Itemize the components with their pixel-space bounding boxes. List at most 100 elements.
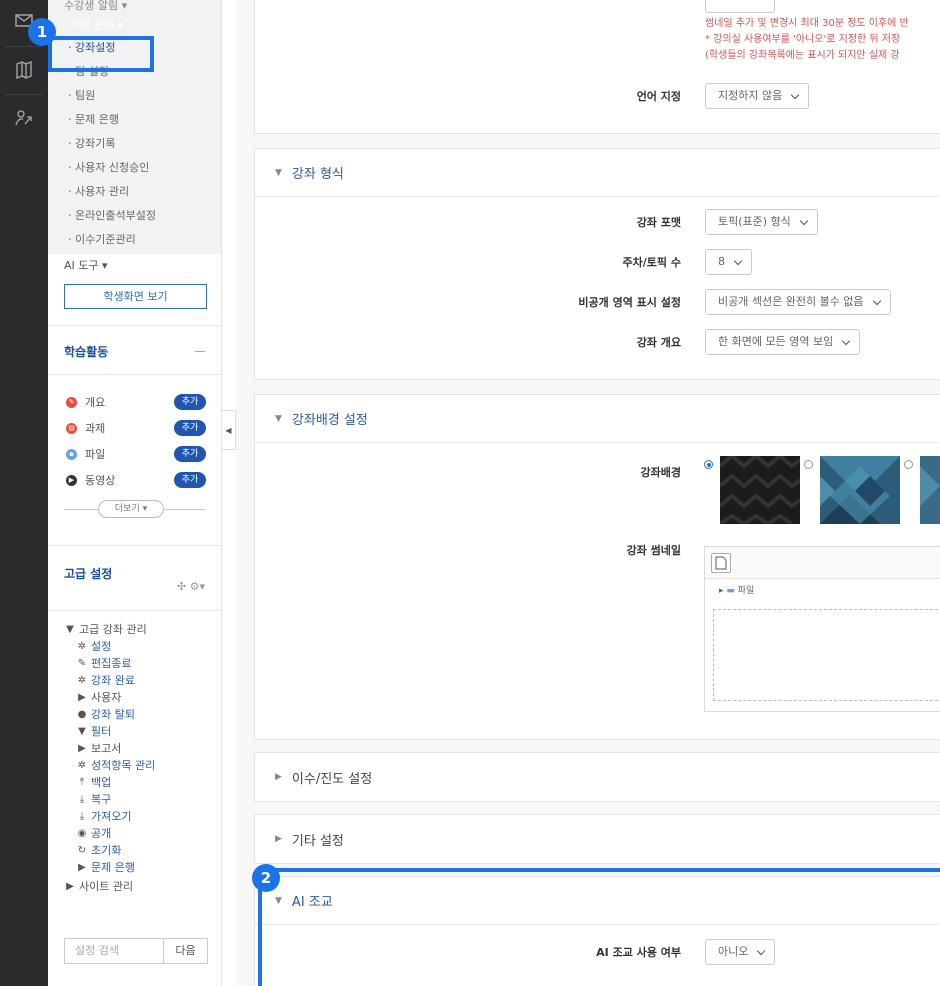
background-radio-1[interactable] [704, 460, 713, 469]
menu-item-course-log[interactable]: 강좌기록 [48, 132, 221, 156]
filter-icon: ▼ [78, 726, 86, 737]
menu-item-online-attendance[interactable]: 온라인출석부설정 [48, 204, 221, 228]
background-radio-3[interactable] [904, 460, 913, 469]
add-file-icon[interactable] [711, 553, 731, 573]
menu-item-team-members[interactable]: 팀원 [48, 84, 221, 108]
activities-title: 학습활동 [64, 345, 109, 359]
activity-file[interactable]: ▪ 파일 추가 [48, 441, 221, 467]
add-badge[interactable]: 추가 [174, 394, 206, 410]
sections-count-select[interactable]: 8 [705, 249, 752, 275]
more-button[interactable]: 더보기 ▾ [98, 500, 164, 518]
tree-item-publish[interactable]: ◉ 공개 [64, 825, 221, 842]
tree-item-site-admin[interactable]: ▶ 사이트 관리 [64, 878, 221, 895]
background-option-teal[interactable] [820, 456, 900, 524]
activity-label: 파일 [85, 448, 106, 461]
section-title: 이수/진도 설정 [291, 771, 373, 787]
caret-right-icon: ▶ [66, 881, 74, 892]
sidebar: 수강생 알림 ▾ 기타 관리 ▴ 강좌설정 팀 설정 팀원 문제 은행 강좌기록… [48, 0, 222, 986]
course-layout-field: 강좌 개요 한 화면에 모든 영역 보임 [255, 327, 940, 357]
tree-item-unenrol[interactable]: ● 강좌 탈퇴 [64, 706, 221, 723]
tree-label: 성적항목 관리 [91, 759, 156, 772]
tree-item-settings[interactable]: ✲ 설정 [64, 638, 221, 655]
hidden-sections-select[interactable]: 비공개 섹션은 완전히 볼수 없음 [705, 289, 891, 315]
menu-item-user-management[interactable]: 사용자 관리 [48, 180, 221, 204]
filepicker-path[interactable]: ▸ ▬ 파일 [705, 579, 940, 603]
field-label: 강좌 포맷 [636, 216, 681, 229]
tree-item-users[interactable]: ▶ 사용자 [64, 689, 221, 706]
menu-item-question-bank[interactable]: 문제 은행 [48, 108, 221, 132]
menu-item-completion-criteria[interactable]: 이수기준관리 [48, 228, 221, 252]
tree-item-filter[interactable]: ▼ 필터 [64, 723, 221, 740]
course-format-select[interactable]: 토픽(표준) 형식 [705, 209, 818, 235]
collapse-block-icon[interactable] [195, 351, 205, 352]
sections-count-field: 주차/토픽 수 8 [255, 247, 940, 277]
tree-item-course-complete[interactable]: ✲ 강좌 완료 [64, 672, 221, 689]
map-icon[interactable] [0, 50, 48, 90]
tree-label: 초기화 [91, 844, 122, 857]
caret-right-icon: ▶ [78, 692, 86, 703]
video-icon: ▶ [66, 474, 77, 486]
add-badge[interactable]: 추가 [174, 446, 206, 462]
tree-label: 강좌 탈퇴 [91, 708, 135, 721]
tree-item-backup[interactable]: ⤒ 백업 [64, 774, 221, 791]
tree-label: 편집종료 [91, 657, 132, 670]
callout-number-1: 1 [28, 18, 56, 46]
people-icon[interactable] [0, 98, 48, 138]
tree-item-gradebook[interactable]: ✲ 성적항목 관리 [64, 757, 221, 774]
block-tools-icon[interactable]: ✣ ⚙▾ [177, 580, 205, 593]
tree-label: 강좌 완료 [91, 674, 135, 687]
section-header[interactable]: ▶ 이수/진도 설정 [255, 753, 940, 801]
activity-video[interactable]: ▶ 동영상 추가 [48, 467, 221, 493]
section-header[interactable]: ▶ 기타 설정 [255, 815, 940, 863]
language-select[interactable]: 지정하지 않음 [705, 83, 810, 109]
course-layout-select[interactable]: 한 화면에 모든 영역 보임 [705, 329, 861, 355]
upload-icon: ⤒ [79, 777, 85, 788]
activity-label: 개요 [85, 396, 106, 409]
tree-item-reports[interactable]: ▶ 보고서 [64, 740, 221, 757]
sidebar-collapse-handle[interactable]: ◀ [222, 410, 236, 450]
person-icon: ● [77, 709, 87, 720]
tree-label: 공개 [91, 827, 112, 840]
add-badge[interactable]: 추가 [174, 420, 206, 436]
section-header[interactable]: ▼ 강좌 형식 [255, 149, 940, 197]
settings-search-input[interactable]: 설정 검색 [64, 938, 164, 964]
caret-down-icon: ▼ [66, 624, 74, 635]
settings-search-button[interactable]: 다음 [164, 938, 208, 964]
caret-right-icon: ▶ [78, 743, 86, 754]
field-label: 강좌 썸네일 [626, 544, 681, 557]
activity-overview[interactable]: ✎ 개요 추가 [48, 389, 221, 415]
tree-item-question-bank[interactable]: ▶ 문제 은행 [64, 859, 221, 876]
menu-item-user-approval[interactable]: 사용자 신청승인 [48, 156, 221, 180]
tree-label: 사용자 [91, 691, 122, 704]
hidden-sections-field: 비공개 영역 표시 설정 비공개 섹션은 완전히 볼수 없음 [255, 287, 940, 317]
view-student-button[interactable]: 학생화면 보기 [64, 284, 207, 309]
other-mgmt-menu[interactable]: 기타 관리 ▴ [48, 14, 221, 36]
activity-assignment[interactable]: ▤ 과제 추가 [48, 415, 221, 441]
add-badge[interactable]: 추가 [174, 472, 206, 488]
thumbnail-input-remnant[interactable] [705, 0, 775, 13]
notice-line: (학생들의 강좌목록에는 표시가 되지만 실제 강 [705, 50, 900, 61]
section-header[interactable]: ▼ 강좌배경 설정 [255, 395, 940, 443]
folder-label: 파일 [737, 586, 755, 596]
download-icon: ⤓ [79, 811, 85, 822]
course-format-card: ▼ 강좌 형식 강좌 포맷 토픽(표준) 형식 주차/토픽 수 8 비공개 영역 … [254, 148, 940, 380]
background-option-dark[interactable] [718, 453, 802, 527]
tree-item-restore[interactable]: ⤓ 복구 [64, 791, 221, 808]
gear-icon: ✲ [77, 641, 87, 652]
file-drop-zone[interactable] [713, 609, 940, 701]
language-field: 언어 지정 지정하지 않음 [255, 81, 940, 111]
tree-label: 고급 강좌 관리 [79, 623, 147, 636]
grade-alert-menu[interactable]: 수강생 알림 ▾ [48, 0, 221, 14]
tree-item-import[interactable]: ⤓ 가져오기 [64, 808, 221, 825]
tree-root[interactable]: ▼ 고급 강좌 관리 [64, 621, 221, 638]
background-radio-2[interactable] [804, 460, 813, 469]
ai-tools-menu[interactable]: AI 도구 ▾ [48, 254, 221, 278]
background-option-3[interactable] [920, 456, 940, 524]
tree-item-end-edit[interactable]: ✎ 편집종료 [64, 655, 221, 672]
tree-item-reset[interactable]: ↻ 초기화 [64, 842, 221, 859]
notice-line: 썸네일 추가 및 변경시 최대 30분 정도 이후에 반 [705, 18, 909, 29]
filepicker-toolbar [705, 547, 940, 579]
gear-icon: ✲ [77, 760, 87, 771]
other-settings-card: ▶ 기타 설정 [254, 814, 940, 864]
completion-settings-card: ▶ 이수/진도 설정 [254, 752, 940, 802]
